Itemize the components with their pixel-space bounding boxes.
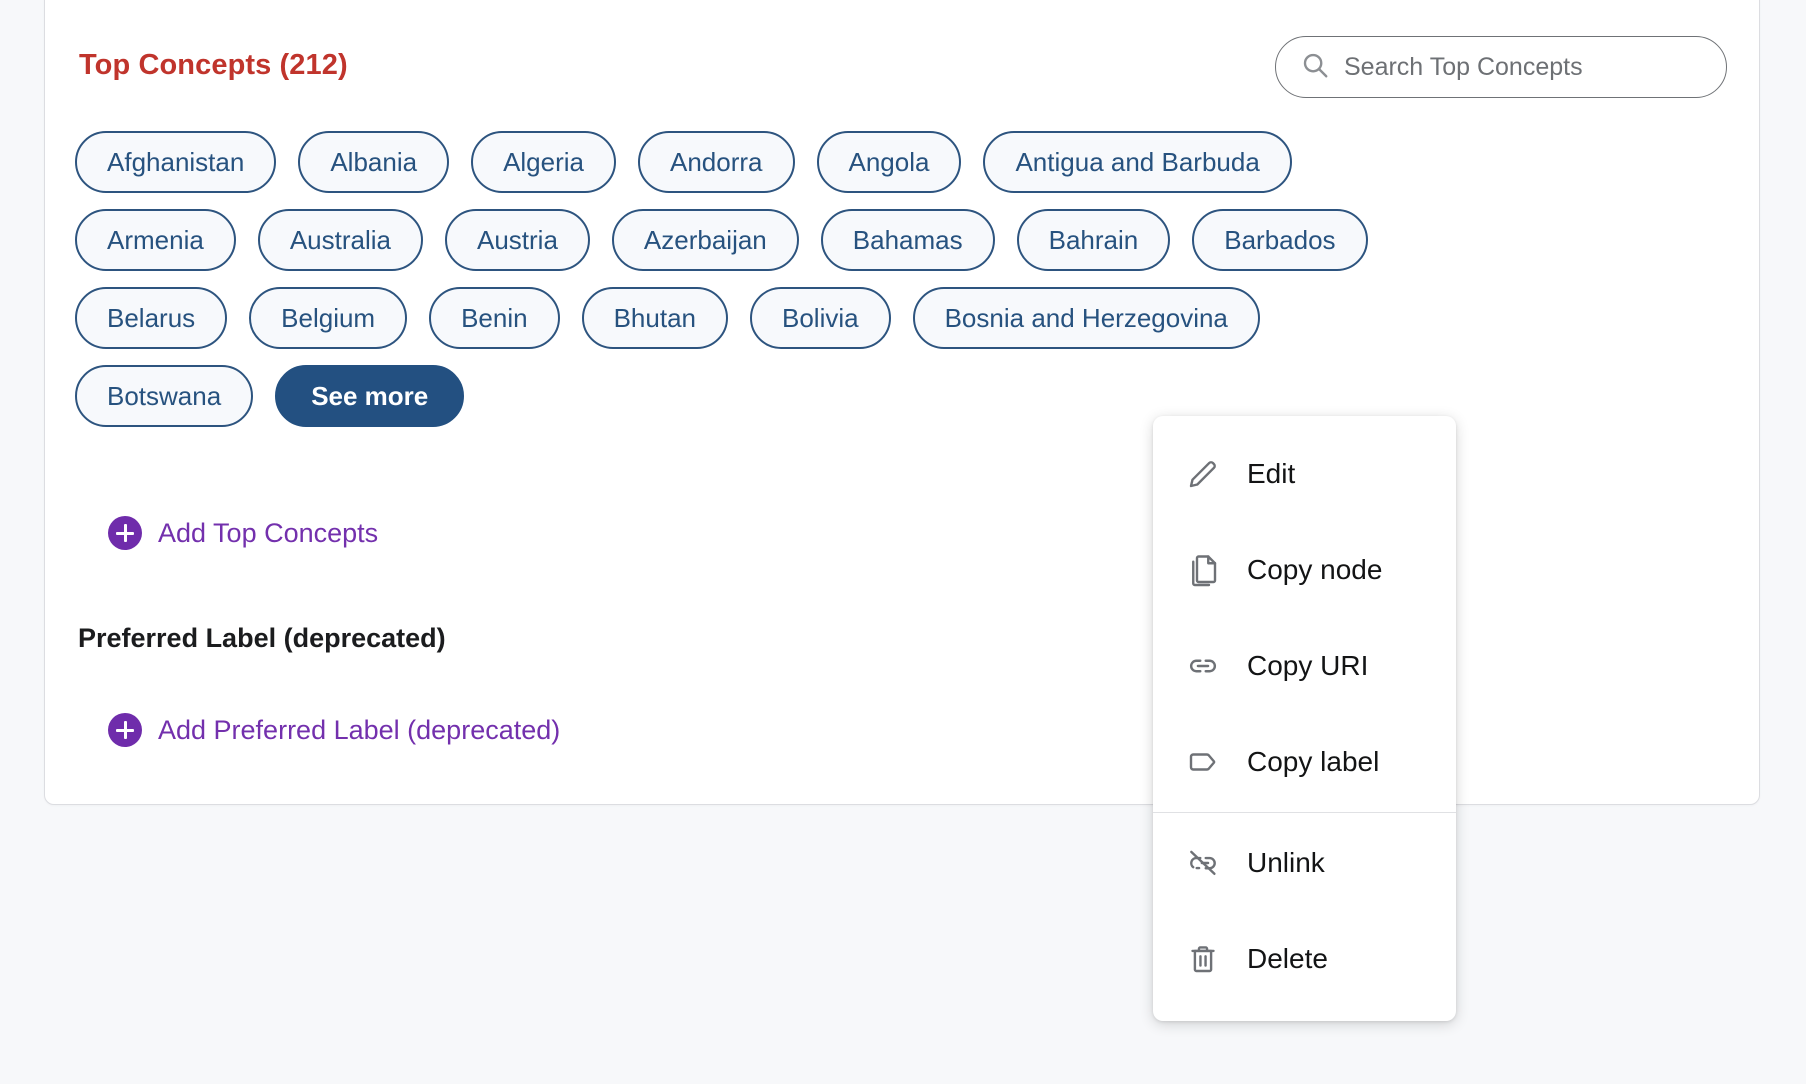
menu-item-label: Edit — [1247, 458, 1296, 489]
card-header: Top Concepts (212) — [45, 0, 1759, 119]
concept-chip[interactable]: Armenia — [75, 209, 236, 271]
unlink-icon — [1185, 845, 1225, 881]
concept-chip[interactable]: Australia — [257, 209, 423, 271]
concept-chip[interactable]: Algeria — [471, 131, 616, 193]
concept-chip[interactable]: Bhutan — [581, 287, 728, 349]
trash-icon — [1185, 941, 1225, 977]
concept-chip[interactable]: Angola — [816, 131, 962, 193]
concept-chip[interactable]: Belarus — [75, 287, 228, 349]
concept-chip[interactable]: Austria — [444, 209, 590, 271]
copy-pages-icon — [1185, 552, 1225, 588]
add-top-concepts-button[interactable]: Add Top Concepts — [108, 516, 378, 550]
menu-item-edit[interactable]: Edit — [1153, 426, 1456, 522]
add-preferred-label-label: Add Preferred Label (deprecated) — [158, 714, 561, 745]
pencil-icon — [1185, 456, 1225, 492]
plus-circle-icon — [108, 713, 142, 747]
chip-row: Afghanistan Albania Algeria Andorra Ango… — [75, 131, 1735, 193]
concept-chip[interactable]: Botswana — [75, 365, 254, 427]
menu-item-copy-label[interactable]: Copy label — [1153, 714, 1456, 810]
concept-chip[interactable]: Benin — [429, 287, 560, 349]
see-more-button[interactable]: See more — [275, 365, 465, 427]
add-top-concepts-label: Add Top Concepts — [158, 517, 379, 548]
top-concepts-card: Top Concepts (212) Afghanistan Albania A… — [44, 0, 1760, 805]
top-concepts-chip-list: Afghanistan Albania Algeria Andorra Ango… — [75, 131, 1735, 443]
menu-item-label: Unlink — [1247, 847, 1325, 878]
menu-item-label: Copy label — [1247, 746, 1380, 777]
search-input[interactable] — [1344, 52, 1704, 82]
plus-circle-icon — [108, 516, 142, 550]
concept-chip[interactable]: Bosnia and Herzegovina — [912, 287, 1260, 349]
search-top-concepts-box[interactable] — [1275, 36, 1727, 98]
preferred-label-heading: Preferred Label (deprecated) — [78, 623, 446, 653]
menu-item-unlink[interactable]: Unlink — [1153, 815, 1456, 911]
menu-item-copy-node[interactable]: Copy node — [1153, 522, 1456, 618]
concept-chip[interactable]: Bahrain — [1016, 209, 1171, 271]
chip-row: Armenia Australia Austria Azerbaijan Bah… — [75, 209, 1735, 271]
menu-item-label: Delete — [1247, 943, 1328, 974]
concept-chip[interactable]: Bolivia — [750, 287, 891, 349]
menu-item-copy-uri[interactable]: Copy URI — [1153, 618, 1456, 714]
concept-chip[interactable]: Albania — [298, 131, 450, 193]
chip-row: Botswana See more — [75, 365, 1735, 427]
concept-chip[interactable]: Antigua and Barbuda — [983, 131, 1292, 193]
page-title: Top Concepts (212) — [79, 49, 348, 81]
menu-divider — [1153, 812, 1456, 813]
concept-chip[interactable]: Azerbaijan — [611, 209, 799, 271]
menu-item-label: Copy node — [1247, 554, 1383, 585]
search-icon — [1300, 50, 1330, 85]
concept-chip[interactable]: Belgium — [249, 287, 408, 349]
link-icon — [1185, 648, 1225, 684]
concept-chip[interactable]: Andorra — [638, 131, 795, 193]
menu-item-delete[interactable]: Delete — [1153, 911, 1456, 1007]
chip-row: Belarus Belgium Benin Bhutan Bolivia Bos… — [75, 287, 1735, 349]
menu-item-label: Copy URI — [1247, 650, 1369, 681]
add-preferred-label-button[interactable]: Add Preferred Label (deprecated) — [108, 713, 560, 747]
concept-chip[interactable]: Bahamas — [820, 209, 995, 271]
concept-chip[interactable]: Afghanistan — [75, 131, 277, 193]
context-menu: Edit Copy node Copy URI Copy label Unlin… — [1153, 416, 1456, 1021]
tag-icon — [1185, 744, 1225, 780]
concept-chip[interactable]: Barbados — [1192, 209, 1368, 271]
